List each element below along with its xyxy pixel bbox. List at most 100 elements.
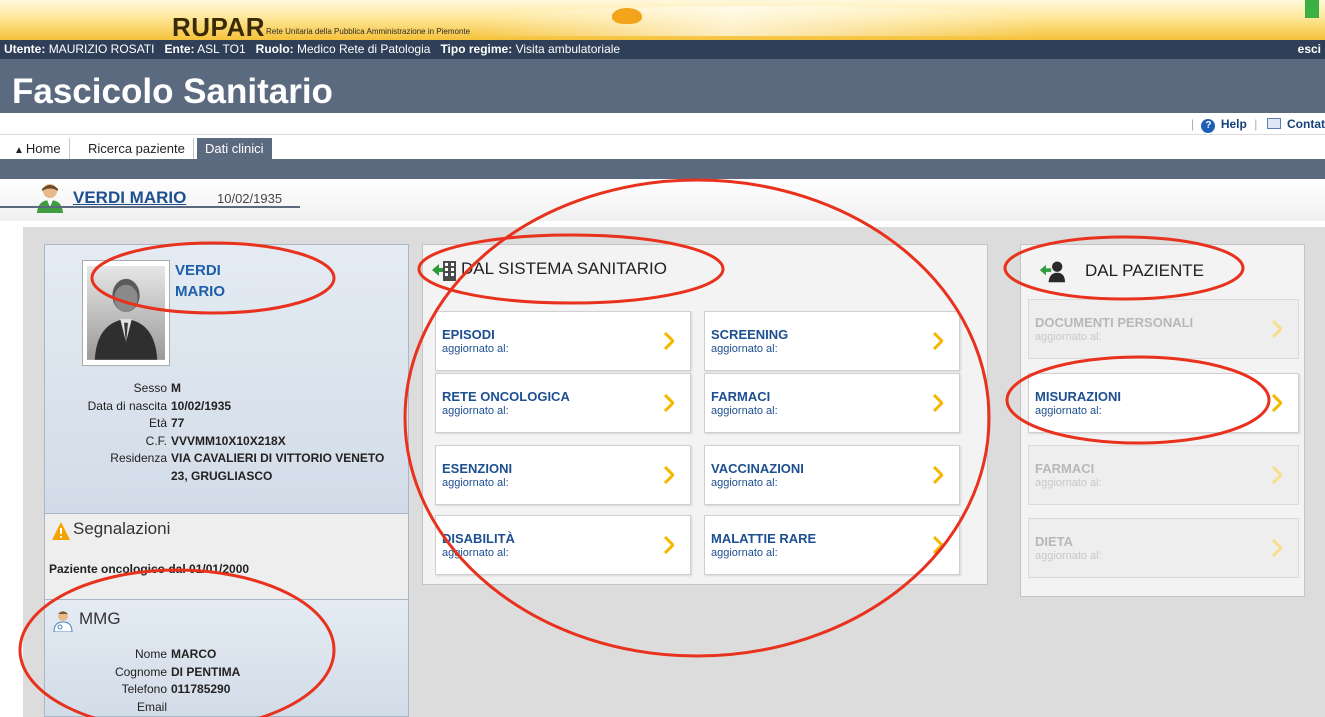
mmg-value: 011785290 xyxy=(171,682,231,696)
link-separator: | xyxy=(1191,117,1195,131)
detail-value: M xyxy=(171,381,181,395)
chevron-right-icon xyxy=(664,536,674,554)
detail-label: Età xyxy=(148,416,167,430)
ente-label: Ente: xyxy=(164,42,195,56)
chevron-right-icon xyxy=(1272,466,1282,484)
paziente-title: DAL PAZIENTE xyxy=(1085,261,1205,280)
page: RUPAR Rete Unitaria della Pubblica Ammin… xyxy=(0,0,1325,717)
tab-ricerca-paziente[interactable]: Ricerca paziente xyxy=(80,138,194,159)
tile-subtitle: aggiornato al: xyxy=(711,477,778,489)
tile-farmaci[interactable]: FARMACI aggiornato al: xyxy=(704,373,960,433)
tile-episodi[interactable]: EPISODI aggiornato al: xyxy=(435,311,691,371)
detail-label: Data di nascita xyxy=(87,398,167,413)
tile-subtitle: aggiornato al: xyxy=(711,343,778,355)
segnalazioni-text: Paziente oncologico dal 01/01/2000 xyxy=(49,562,250,576)
logout-link[interactable]: esci xyxy=(1298,40,1321,59)
patient-name-link[interactable]: VERDI MARIO xyxy=(73,188,186,208)
tile-title: RETE ONCOLOGICA xyxy=(442,389,570,404)
tile-subtitle: aggiornato al: xyxy=(442,477,509,489)
tile-subtitle: aggiornato al: xyxy=(442,343,509,355)
tile-title: MALATTIE RARE xyxy=(711,531,817,546)
patient-arrow-icon xyxy=(1039,261,1065,283)
tile-title: DISABILITÀ xyxy=(442,531,515,546)
rupar-logo: RUPAR xyxy=(172,12,266,42)
mmg-title: MMG xyxy=(79,609,121,628)
contacts-link[interactable]: Contat xyxy=(1287,117,1325,131)
chevron-right-icon xyxy=(933,332,943,350)
link-separator: | xyxy=(1254,117,1258,131)
detail-row: Età 77 xyxy=(45,415,410,433)
ruolo-label: Ruolo: xyxy=(255,42,294,56)
tab-home[interactable]: ▲ Home xyxy=(6,138,70,159)
patient-info-panel: VERDI MARIO Sesso M Data di nascita 10/0… xyxy=(44,244,409,514)
contacts-icon[interactable] xyxy=(1266,118,1281,129)
chevron-right-icon xyxy=(933,466,943,484)
nav-strip xyxy=(0,159,1325,179)
dal-paziente-panel: DAL PAZIENTE DOCUMENTI PERSONALI aggiorn… xyxy=(1020,244,1305,597)
utente-value: MAURIZIO ROSATI xyxy=(48,42,155,56)
mmg-value: MARCO xyxy=(171,647,217,661)
warning-icon xyxy=(52,522,70,540)
patient-header: VERDI MARIO 10/02/1935 xyxy=(0,179,1325,221)
tile-title: DOCUMENTI PERSONALI xyxy=(1035,315,1194,330)
residence-line-2: 23, GRUGLIASCO xyxy=(171,468,273,483)
tile-title: ESENZIONI xyxy=(442,461,513,476)
tab-ricerca-label: Ricerca paziente xyxy=(88,141,185,156)
ente-value: ASL TO1 xyxy=(197,42,246,56)
tab-home-label: Home xyxy=(25,141,61,156)
detail-value: VVVMM10X10X218X xyxy=(171,433,286,448)
main-nav: ▲ Home Ricerca paziente Dati clinici xyxy=(0,137,1325,159)
tile-subtitle: aggiornato al: xyxy=(1035,331,1102,343)
tile-disabilita[interactable]: DISABILITÀ aggiornato al: xyxy=(435,515,691,575)
chevron-right-icon xyxy=(1272,320,1282,338)
app-title: Fascicolo Sanitario xyxy=(12,72,333,111)
chevron-right-icon xyxy=(1272,539,1282,557)
tile-title: VACCINAZIONI xyxy=(711,461,804,476)
tab-dati-clinici-label: Dati clinici xyxy=(205,141,264,156)
tile-rete-oncologica[interactable]: RETE ONCOLOGICA aggiornato al: xyxy=(435,373,691,433)
tile-title: FARMACI xyxy=(711,389,771,404)
residence-line-1: VIA CAVALIERI DI VITTORIO VENETO xyxy=(171,451,385,465)
detail-label: C.F. xyxy=(145,433,167,448)
app-title-band: Fascicolo Sanitario xyxy=(0,59,1325,113)
tile-farmaci-paziente[interactable]: FARMACI aggiornato al: xyxy=(1028,445,1299,505)
detail-label: Residenza xyxy=(110,451,167,465)
tile-vaccinazioni[interactable]: VACCINAZIONI aggiornato al: xyxy=(704,445,960,505)
chevron-right-icon xyxy=(664,466,674,484)
help-row: | ? Help | Contat xyxy=(0,113,1325,135)
patient-dob-header: 10/02/1935 xyxy=(217,191,283,206)
tile-misurazioni[interactable]: MISURAZIONI aggiornato al: xyxy=(1028,373,1299,433)
mmg-value xyxy=(171,699,410,717)
help-link[interactable]: Help xyxy=(1221,117,1247,131)
segnalazioni-panel: Segnalazioni Paziente oncologico dal 01/… xyxy=(44,514,409,600)
user-info-bar: Utente: MAURIZIO ROSATI Ente: ASL TO1 Ru… xyxy=(0,40,1325,59)
tile-title: SCREENING xyxy=(711,327,789,342)
detail-value: 10/02/1935 xyxy=(171,398,232,413)
patient-details: Sesso M Data di nascita 10/02/1935 Età 7… xyxy=(45,380,410,485)
tile-screening[interactable]: SCREENING aggiornato al: xyxy=(704,311,960,371)
detail-row: Residenza VIA CAVALIERI DI VITTORIO VENE… xyxy=(45,450,410,485)
help-icon[interactable]: ? xyxy=(1201,119,1216,133)
detail-label: Sesso xyxy=(133,381,167,395)
tile-title: EPISODI xyxy=(442,327,495,342)
tile-subtitle: aggiornato al: xyxy=(442,405,509,417)
tile-subtitle: aggiornato al: xyxy=(442,547,509,559)
regime-label: Tipo regime: xyxy=(440,42,513,56)
corner-flag-icon xyxy=(1305,0,1319,18)
patient-surname: VERDI xyxy=(175,262,221,279)
tile-documenti-personali[interactable]: DOCUMENTI PERSONALI aggiornato al: xyxy=(1028,299,1299,359)
mmg-label: Nome xyxy=(134,647,167,661)
tab-dati-clinici[interactable]: Dati clinici xyxy=(197,138,272,159)
tile-esenzioni[interactable]: ESENZIONI aggiornato al: xyxy=(435,445,691,505)
patient-name-block: VERDI MARIO xyxy=(175,260,225,302)
tile-subtitle: aggiornato al: xyxy=(1035,550,1102,562)
detail-row: Data di nascita 10/02/1935 xyxy=(45,398,410,416)
tile-dieta[interactable]: DIETA aggiornato al: xyxy=(1028,518,1299,578)
tile-subtitle: aggiornato al: xyxy=(711,405,778,417)
chevron-right-icon xyxy=(664,394,674,412)
banner-sun-graphic xyxy=(612,8,642,24)
chevron-right-icon xyxy=(1272,394,1282,412)
detail-value: VIA CAVALIERI DI VITTORIO VENETO 23, GRU… xyxy=(171,450,410,485)
tile-malattie-rare[interactable]: MALATTIE RARE aggiornato al: xyxy=(704,515,960,575)
detail-value: 77 xyxy=(171,416,185,430)
